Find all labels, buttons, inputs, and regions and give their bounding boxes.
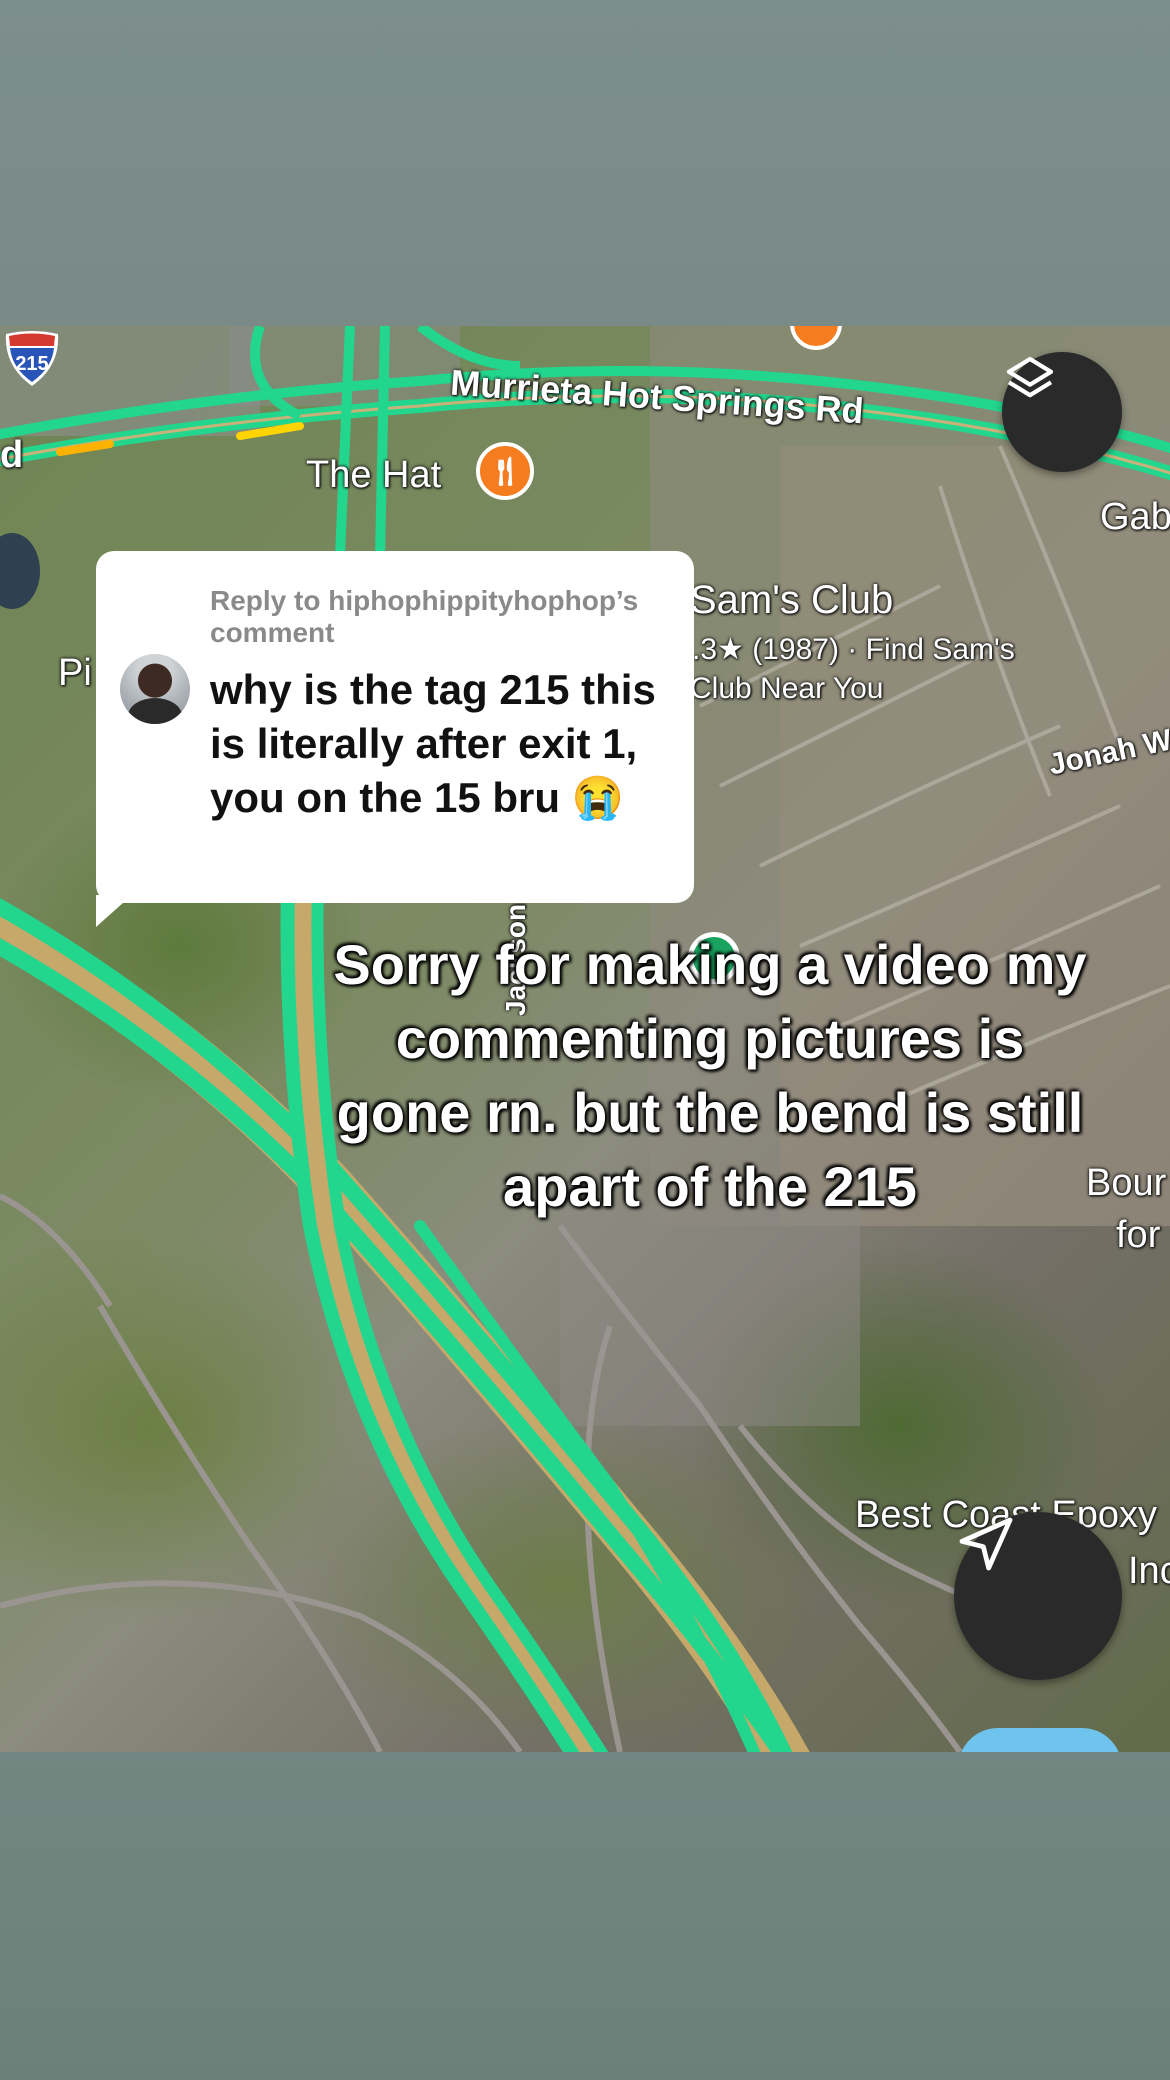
comment-card-tail bbox=[96, 895, 132, 927]
place-label-for: for bbox=[1116, 1214, 1161, 1256]
navigation-arrow-icon bbox=[959, 1517, 1013, 1571]
avatar bbox=[120, 654, 190, 724]
place-label-pi: Pi bbox=[58, 652, 92, 694]
bottom-backdrop bbox=[0, 1752, 1170, 2080]
layers-icon bbox=[1006, 356, 1054, 398]
video-caption: Sorry for making a video my commenting p… bbox=[333, 933, 1087, 1218]
layers-button[interactable] bbox=[1002, 352, 1122, 472]
top-backdrop bbox=[0, 0, 1170, 326]
navigate-button[interactable] bbox=[954, 1512, 1122, 1680]
comment-text: why is the tag 215 this is literally aft… bbox=[210, 666, 656, 821]
restaurant-pin[interactable]: 🍴︎ bbox=[476, 442, 534, 500]
fork-knife-icon: 🍴︎ bbox=[487, 455, 523, 487]
place-label-the-hat[interactable]: The Hat bbox=[306, 454, 441, 497]
interstate-shield: 215 bbox=[5, 331, 59, 386]
reply-comment-card: Reply to hiphophippityhophop’s comment w… bbox=[96, 551, 694, 903]
road-label-gab: Gab bbox=[1100, 496, 1170, 538]
place-label-inc: Inc bbox=[1128, 1550, 1170, 1592]
place-label-bour: Bour bbox=[1086, 1162, 1167, 1204]
place-label-sams-club[interactable]: Sam's Club bbox=[690, 578, 893, 623]
road-label-edge-d: d bbox=[0, 434, 24, 476]
shield-number: 215 bbox=[15, 353, 48, 375]
bottom-sheet-handle[interactable] bbox=[958, 1728, 1122, 1752]
place-label-sams-club-sub: Club Near You bbox=[690, 672, 884, 705]
place-label-sams-club-rating: .3★ (1987) · Find Sam's bbox=[692, 633, 1015, 666]
reply-to-label: Reply to hiphophippityhophop’s comment bbox=[210, 585, 639, 648]
